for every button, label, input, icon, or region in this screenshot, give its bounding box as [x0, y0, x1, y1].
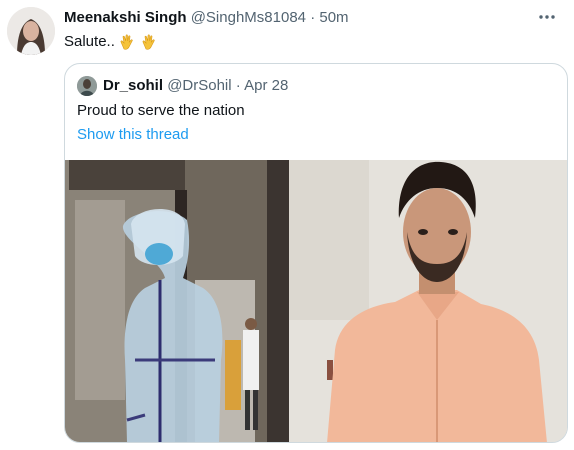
clapping-hands-icon — [141, 33, 159, 51]
clapping-hands-icon — [119, 33, 137, 51]
separator-dot: · — [235, 77, 241, 94]
quoted-avatar[interactable] — [77, 76, 97, 96]
separator-dot: · — [310, 9, 316, 26]
show-thread-link[interactable]: Show this thread — [77, 126, 189, 144]
quoted-tweet[interactable]: Dr_sohil @DrSohil · Apr 28 Proud to serv… — [64, 63, 568, 443]
quoted-author-name[interactable]: Dr_sohil — [103, 77, 163, 94]
quoted-header: Dr_sohil @DrSohil · Apr 28 — [103, 77, 288, 95]
tweet-header: Meenakshi Singh @SinghMs81084 · 50m — [64, 9, 349, 27]
author-name[interactable]: Meenakshi Singh — [64, 9, 187, 26]
tweet-time[interactable]: 50m — [319, 9, 348, 26]
tweet-photo[interactable] — [65, 160, 567, 442]
quoted-author-handle[interactable]: @DrSohil — [167, 77, 231, 94]
quoted-text: Proud to serve the nation — [77, 102, 245, 119]
quoted-date[interactable]: Apr 28 — [244, 77, 288, 94]
tweet-text-content: Salute.. — [64, 33, 115, 50]
author-handle[interactable]: @SinghMs81084 — [191, 9, 306, 26]
avatar[interactable] — [7, 7, 55, 55]
tweet-text: Salute.. — [64, 33, 159, 51]
more-options-icon[interactable] — [538, 9, 556, 29]
